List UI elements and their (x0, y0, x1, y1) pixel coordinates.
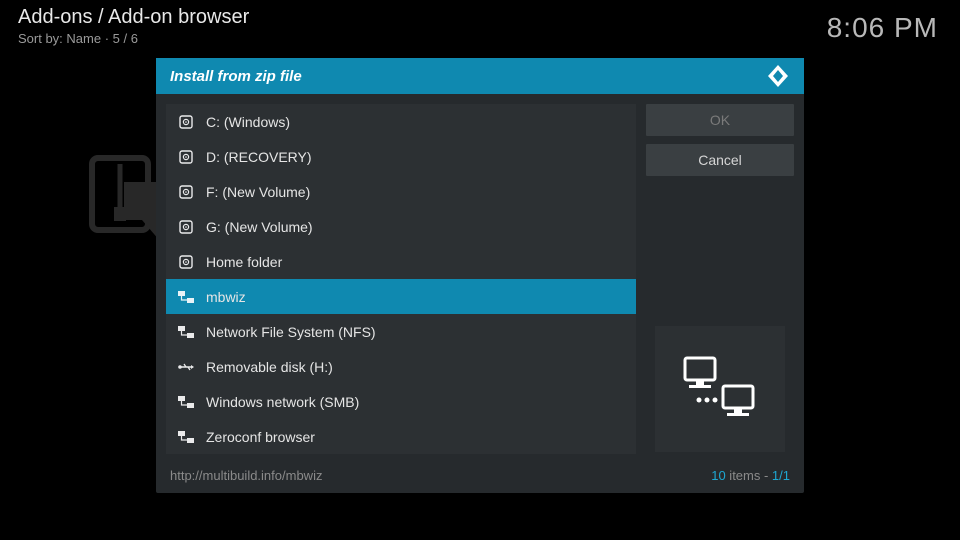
file-item[interactable]: G: (New Volume) (166, 209, 636, 244)
dialog-footer: http://multibuild.info/mbwiz 10 items - … (156, 464, 804, 493)
install-zip-dialog: Install from zip file C: (Windows) D: (RE… (156, 58, 804, 493)
item-count: 10 items - 1/1 (711, 468, 790, 483)
disk-icon (178, 254, 194, 270)
file-item-label: Zeroconf browser (206, 429, 315, 445)
file-item-label: mbwiz (206, 289, 246, 305)
file-item[interactable]: Network File System (NFS) (166, 314, 636, 349)
dialog-title: Install from zip file (170, 68, 302, 85)
file-item[interactable]: Removable disk (H:) (166, 349, 636, 384)
usb-icon (178, 359, 194, 375)
network-icon (178, 429, 194, 445)
file-item[interactable]: F: (New Volume) (166, 174, 636, 209)
file-item[interactable]: Zeroconf browser (166, 419, 636, 454)
disk-icon (178, 149, 194, 165)
file-item-label: G: (New Volume) (206, 219, 313, 235)
file-item[interactable]: Home folder (166, 244, 636, 279)
kodi-logo-icon (766, 64, 790, 88)
sort-info: Sort by: Name · 5 / 6 (18, 31, 249, 46)
network-icon (178, 289, 194, 305)
current-path: http://multibuild.info/mbwiz (170, 468, 322, 483)
file-item-label: Home folder (206, 254, 282, 270)
ok-button[interactable]: OK (646, 104, 794, 136)
disk-icon (178, 219, 194, 235)
cancel-button[interactable]: Cancel (646, 144, 794, 176)
disk-icon (178, 114, 194, 130)
file-item-label: Removable disk (H:) (206, 359, 333, 375)
background-header: Add-ons / Add-on browser Sort by: Name ·… (18, 6, 249, 46)
file-item-label: D: (RECOVERY) (206, 149, 312, 165)
clock: 8:06 PM (827, 12, 938, 44)
dialog-header: Install from zip file (156, 58, 804, 94)
file-item-label: C: (Windows) (206, 114, 290, 130)
file-item[interactable]: D: (RECOVERY) (166, 139, 636, 174)
file-list[interactable]: C: (Windows) D: (RECOVERY) F: (New Volume)… (166, 104, 636, 454)
disk-icon (178, 184, 194, 200)
file-item[interactable]: Windows network (SMB) (166, 384, 636, 419)
network-thumbnail (655, 326, 785, 452)
dialog-right-column: OK Cancel (646, 104, 794, 454)
network-icon (178, 324, 194, 340)
dialog-body: C: (Windows) D: (RECOVERY) F: (New Volume)… (156, 94, 804, 464)
file-item-label: Network File System (NFS) (206, 324, 376, 340)
file-item[interactable]: mbwiz (166, 279, 636, 314)
file-item-label: F: (New Volume) (206, 184, 310, 200)
breadcrumb: Add-ons / Add-on browser (18, 6, 249, 29)
file-item[interactable]: C: (Windows) (166, 104, 636, 139)
network-icon (178, 394, 194, 410)
file-item-label: Windows network (SMB) (206, 394, 359, 410)
